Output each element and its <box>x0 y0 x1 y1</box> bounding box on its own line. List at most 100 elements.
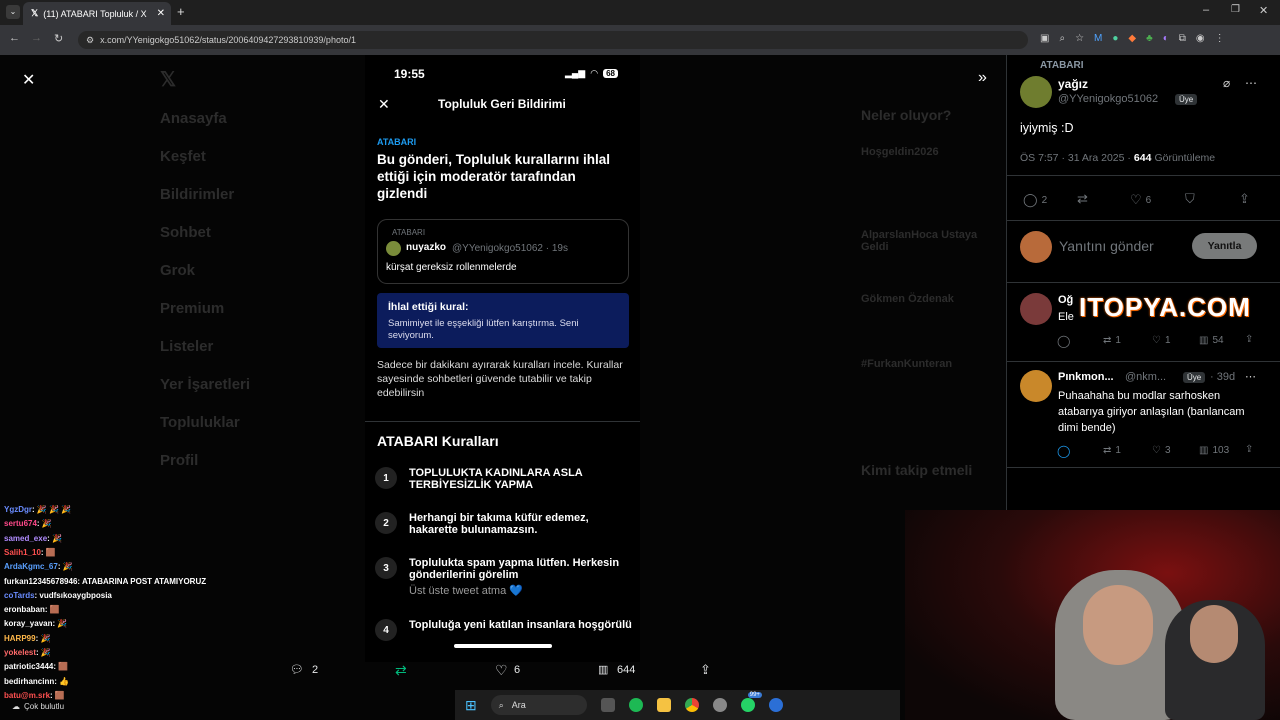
tab-title: (11) ATABARI Topluluk / X <box>43 8 147 19</box>
battery-icon: 68 <box>603 69 618 78</box>
bookmark-star-icon[interactable]: ☆ <box>1075 33 1084 44</box>
chat-text: : vudfsıkoaygbposia <box>34 590 112 600</box>
chat-message: bedirhancinn: 👍 <box>4 677 69 686</box>
views-stat[interactable]: ▥ 103 <box>1199 445 1229 456</box>
tab-close-icon[interactable]: ✕ <box>157 8 165 19</box>
repost-icon[interactable]: ⇄ <box>1077 191 1088 207</box>
windows-start-icon[interactable]: ⊞ <box>465 697 477 714</box>
views-icon: ▥ <box>1199 445 1209 456</box>
address-bar[interactable]: ⚙ x.com/YYenigokgo51062/status/200640942… <box>78 31 1028 49</box>
task-view-icon[interactable] <box>600 698 615 712</box>
reply-post[interactable]: Pınkmon... @nkm... Üye · 39d ⋯ Puhaahaha… <box>1007 362 1280 467</box>
chat-username: patriotic3444 <box>4 662 54 672</box>
tab-menu-chevron-icon[interactable]: ⌄ <box>6 5 20 19</box>
photo-view-count: 644 <box>617 664 636 676</box>
zoom-icon[interactable]: ⌕ <box>1059 33 1065 44</box>
chrome-icon[interactable] <box>684 698 699 712</box>
nav-home: Anasayfa <box>160 110 227 127</box>
like-button[interactable]: ♡ 6 <box>1130 192 1151 208</box>
maximize-icon[interactable]: ❐ <box>1231 4 1240 15</box>
post-author[interactable]: yağız <box>1058 77 1088 91</box>
like-button[interactable]: ♡ 1 <box>1152 335 1171 346</box>
spotify-icon[interactable] <box>628 698 643 712</box>
chat-username: yokelest <box>4 648 37 657</box>
chat-message: YgzDgr: 🎉 🎉 🎉 <box>4 505 71 514</box>
more-options-icon[interactable]: ⋯ <box>1245 76 1257 90</box>
bookmark-icon[interactable]: ⛉ <box>1185 191 1195 207</box>
extension-purple-icon[interactable]: ◐ <box>1163 33 1169 44</box>
reply-icon[interactable]: 💬︎ <box>290 663 304 676</box>
reply-post[interactable]: Oğ Ele ITOPYA.COM ◯ ⇄ 1 ♡ 1 ▥ 54 ⇪ <box>1007 283 1280 361</box>
chat-text: : 🟫 <box>53 662 69 672</box>
search-label: Ara <box>511 700 526 710</box>
file-explorer-icon[interactable] <box>656 698 671 712</box>
reply-input[interactable]: Yanıtını gönder <box>1059 238 1154 254</box>
notification-badge: 99+ <box>747 692 762 698</box>
like-icon[interactable]: ♡ <box>495 662 508 679</box>
views-stat[interactable]: ▥ 54 <box>1199 335 1224 346</box>
views-icon: ▥ <box>598 664 609 676</box>
more-options-icon[interactable]: ⋯ <box>1245 370 1256 383</box>
minimize-icon[interactable]: – <box>1203 4 1209 16</box>
reload-icon[interactable]: ↻ <box>54 32 63 45</box>
trend-item: Hoşgeldin2026 <box>861 146 939 158</box>
rule-item: 3 Toplulukta spam yapma lütfen. Herkesin… <box>375 557 635 597</box>
expand-panel-icon[interactable]: » <box>978 69 987 87</box>
taskbar-search[interactable]: ⌕ Ara <box>490 695 587 715</box>
chat-message: HARP99: 🎉 <box>4 634 50 643</box>
share-icon[interactable]: ⇪ <box>1239 191 1250 207</box>
extension-m-icon[interactable]: M <box>1094 33 1102 44</box>
chat-text: : 🎉 <box>52 619 68 629</box>
author-avatar[interactable] <box>1020 76 1052 108</box>
browser-tab[interactable]: 𝕏 (11) ATABARI Topluluk / X ✕ <box>23 2 171 25</box>
new-tab-icon[interactable]: + <box>177 4 185 19</box>
reply-icon[interactable]: ◯ <box>1057 444 1070 458</box>
forward-icon[interactable]: → <box>31 32 42 44</box>
trends-heading: Neler oluyor? <box>861 107 952 123</box>
site-info-icon[interactable]: ⚙ <box>86 35 94 46</box>
screenshot-icon[interactable]: ▣ <box>1040 33 1049 44</box>
share-icon[interactable]: ⇪ <box>1245 334 1253 345</box>
extension-leaf-icon[interactable]: ♣ <box>1146 33 1153 44</box>
repost-icon[interactable]: ⇄ <box>395 662 407 679</box>
share-icon[interactable]: ⇪ <box>700 662 711 678</box>
stream-chat: YgzDgr: 🎉 🎉 🎉 sertu674: 🎉 samed_exe: 🎉 Sali… <box>0 505 206 705</box>
back-icon[interactable]: ← <box>9 32 20 44</box>
share-icon[interactable]: ⇪ <box>1245 444 1253 455</box>
extension-fox-icon[interactable]: ◆ <box>1128 33 1136 44</box>
chrome-menu-icon[interactable]: ⋮ <box>1215 33 1225 44</box>
tab-strip: ⌄ 𝕏 (11) ATABARI Topluluk / X ✕ + – ❐ ✕ <box>0 0 1280 25</box>
weather-text: Çok bulutlu <box>24 702 65 711</box>
close-viewer-icon[interactable]: ✕ <box>22 70 35 90</box>
chat-message: samed_exe: 🎉 <box>4 534 62 543</box>
x-logo-icon: 𝕏 <box>31 8 39 18</box>
reply-icon[interactable]: ◯ <box>1057 334 1070 348</box>
like-count: 6 <box>1145 194 1152 206</box>
app-icon[interactable] <box>768 698 783 712</box>
streamer-face <box>1083 585 1153 665</box>
post-handle[interactable]: @YYenigokgo51062 <box>1058 93 1158 105</box>
extension-g-icon[interactable]: ● <box>1112 33 1118 44</box>
grok-icon[interactable]: ⌀ <box>1223 76 1230 90</box>
feedback-title: Topluluk Geri Bildirimi <box>438 97 566 111</box>
reply-submit-button[interactable]: Yanıtla <box>1192 233 1257 259</box>
chat-text: : 🟫 <box>50 690 65 700</box>
like-button[interactable]: ♡ 3 <box>1152 445 1171 456</box>
obs-icon[interactable] <box>712 698 727 712</box>
repost-button[interactable]: ⇄ 1 <box>1103 445 1121 456</box>
reply-button[interactable]: ◯ 2 <box>1023 192 1047 208</box>
rule-title: Herhangi bir takıma küfür edemez, hakare… <box>409 512 589 536</box>
divider <box>1007 467 1280 468</box>
whatsapp-icon[interactable]: 99+ <box>740 692 762 712</box>
hidden-headline: Bu gönderi, Topluluk kurallarını ihlal e… <box>377 152 611 201</box>
violation-text: Samimiyet ile eşşekliği lütfen karıştırm… <box>388 318 579 341</box>
repost-button[interactable]: ⇄ 1 <box>1103 335 1121 346</box>
photo-like-count: 6 <box>514 664 521 676</box>
x-logo-ghost-icon: 𝕏 <box>160 69 177 91</box>
rule-item: 1 TOPLULUKTA KADINLARA ASLA TERBİYESİZLİ… <box>375 467 635 491</box>
window-close-icon[interactable]: ✕ <box>1259 4 1268 17</box>
extensions-puzzle-icon[interactable]: ⧉ <box>1179 33 1186 44</box>
close-feedback-icon: ✕ <box>378 96 390 112</box>
weather-widget[interactable]: ☁ Çok bulutlu <box>12 702 64 711</box>
profile-avatar-icon[interactable]: ◉ <box>1196 33 1205 44</box>
